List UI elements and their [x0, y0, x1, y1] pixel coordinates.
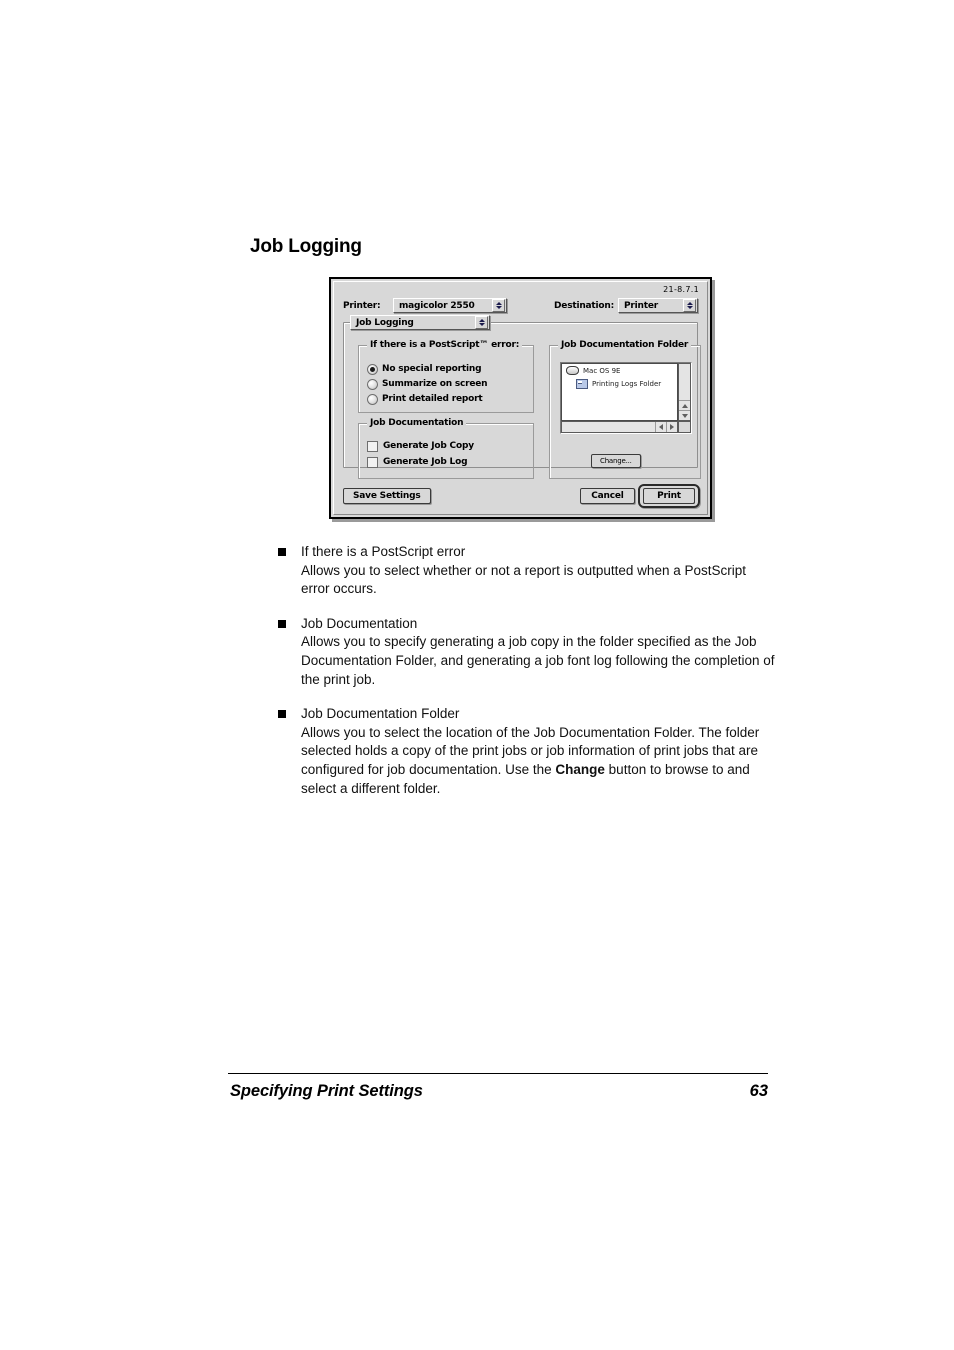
radio-no-special-reporting[interactable]: No special reporting — [367, 363, 482, 376]
postscript-error-group: If there is a PostScript™ error: No spec… — [358, 340, 534, 413]
square-bullet-icon — [278, 619, 286, 628]
job-documentation-folder-group: Job Documentation Folder Mac OS 9E Print… — [549, 340, 701, 479]
radio-icon — [367, 379, 378, 390]
pane-select[interactable]: Job Logging — [350, 315, 490, 330]
driver-version-label: 21-8.7.1 — [663, 285, 699, 294]
save-settings-button[interactable]: Save Settings — [343, 488, 431, 504]
checkbox-icon — [367, 441, 378, 452]
disk-icon — [566, 366, 579, 375]
pane-select-value: Job Logging — [356, 317, 414, 328]
radio-label: Print detailed report — [382, 394, 483, 404]
print-button[interactable]: Print — [643, 488, 695, 504]
scroll-up-arrow-icon[interactable] — [679, 400, 690, 410]
footer-page-number: 63 — [749, 1082, 768, 1100]
square-bullet-icon — [278, 548, 286, 556]
scroll-right-arrow-icon[interactable] — [666, 422, 677, 432]
bullet-description: Allows you to select whether or not a re… — [301, 562, 746, 597]
destination-select[interactable]: Printer — [618, 298, 698, 313]
postscript-error-group-title: If there is a PostScript™ error: — [367, 340, 523, 350]
bullet-description: Allows you to select the location of the… — [301, 724, 778, 798]
list-item-label: Mac OS 9E — [583, 366, 621, 375]
job-documentation-group: Job Documentation Generate Job Copy Gene… — [358, 418, 534, 479]
checkbox-label: Generate Job Log — [383, 457, 468, 467]
dialog-inner-frame: 21-8.7.1 Printer: magicolor 2550 Destina… — [333, 281, 708, 515]
radio-icon — [367, 364, 378, 375]
radio-label: Summarize on screen — [382, 379, 488, 389]
page-title: Job Logging — [250, 236, 362, 257]
footer-divider — [228, 1073, 768, 1074]
radio-print-detailed-report[interactable]: Print detailed report — [367, 393, 483, 406]
printer-select[interactable]: magicolor 2550 — [393, 298, 507, 313]
scroll-left-arrow-icon[interactable] — [655, 422, 666, 432]
scroll-down-arrow-icon[interactable] — [679, 410, 690, 420]
change-button[interactable]: Change... — [591, 454, 641, 468]
list-item[interactable]: Mac OS 9E — [562, 364, 677, 377]
print-dialog: 21-8.7.1 Printer: magicolor 2550 Destina… — [329, 277, 712, 519]
chevron-updown-icon — [683, 299, 696, 312]
destination-select-value: Printer — [624, 300, 658, 311]
bullet-term: If there is a PostScript error — [301, 544, 466, 559]
square-bullet-icon — [278, 710, 286, 719]
folder-list[interactable]: Mac OS 9E Printing Logs Folder — [561, 363, 678, 421]
list-item: Job Documentation Allows you to specify … — [278, 615, 778, 689]
chevron-updown-icon — [475, 316, 488, 329]
footer-title: Specifying Print Settings — [230, 1082, 423, 1100]
radio-summarize-on-screen[interactable]: Summarize on screen — [367, 378, 488, 391]
horizontal-scrollbar[interactable] — [561, 421, 678, 433]
bullet-desc-emphasis: Change — [555, 761, 605, 777]
printer-label: Printer: — [343, 301, 381, 311]
vertical-scrollbar[interactable] — [678, 363, 691, 421]
folder-icon — [576, 378, 588, 389]
job-documentation-folder-group-title: Job Documentation Folder — [558, 340, 692, 350]
bullet-term: Job Documentation Folder — [301, 706, 460, 722]
chevron-updown-icon — [492, 299, 505, 312]
list-item-label: Printing Logs Folder — [592, 379, 662, 388]
printer-select-value: magicolor 2550 — [399, 300, 475, 311]
bullet-description: Allows you to specify generating a job c… — [301, 634, 775, 687]
folder-browser[interactable]: Mac OS 9E Printing Logs Folder — [560, 362, 692, 434]
pane-group: Job Logging If there is a PostScript™ er… — [343, 315, 701, 479]
checkbox-generate-job-copy[interactable]: Generate Job Copy — [367, 440, 474, 453]
print-button-default-ring: Print — [638, 484, 700, 508]
cancel-button[interactable]: Cancel — [580, 488, 635, 504]
job-documentation-group-title: Job Documentation — [367, 418, 467, 428]
list-item: If there is a PostScript error Allows yo… — [278, 543, 778, 599]
printer-destination-row: Printer: magicolor 2550 Destination: Pri… — [343, 298, 698, 314]
scrollbar-corner — [678, 421, 691, 433]
checkbox-generate-job-log[interactable]: Generate Job Log — [367, 456, 468, 469]
checkbox-label: Generate Job Copy — [383, 441, 474, 451]
destination-label: Destination: — [554, 301, 614, 311]
checkbox-icon — [367, 457, 378, 468]
list-item: Job Documentation Folder Allows you to s… — [278, 705, 778, 798]
bullet-term: Job Documentation — [301, 615, 418, 631]
bullet-list: If there is a PostScript error Allows yo… — [278, 543, 778, 798]
radio-label: No special reporting — [382, 364, 482, 374]
radio-icon — [367, 394, 378, 405]
list-item[interactable]: Printing Logs Folder — [562, 377, 677, 390]
